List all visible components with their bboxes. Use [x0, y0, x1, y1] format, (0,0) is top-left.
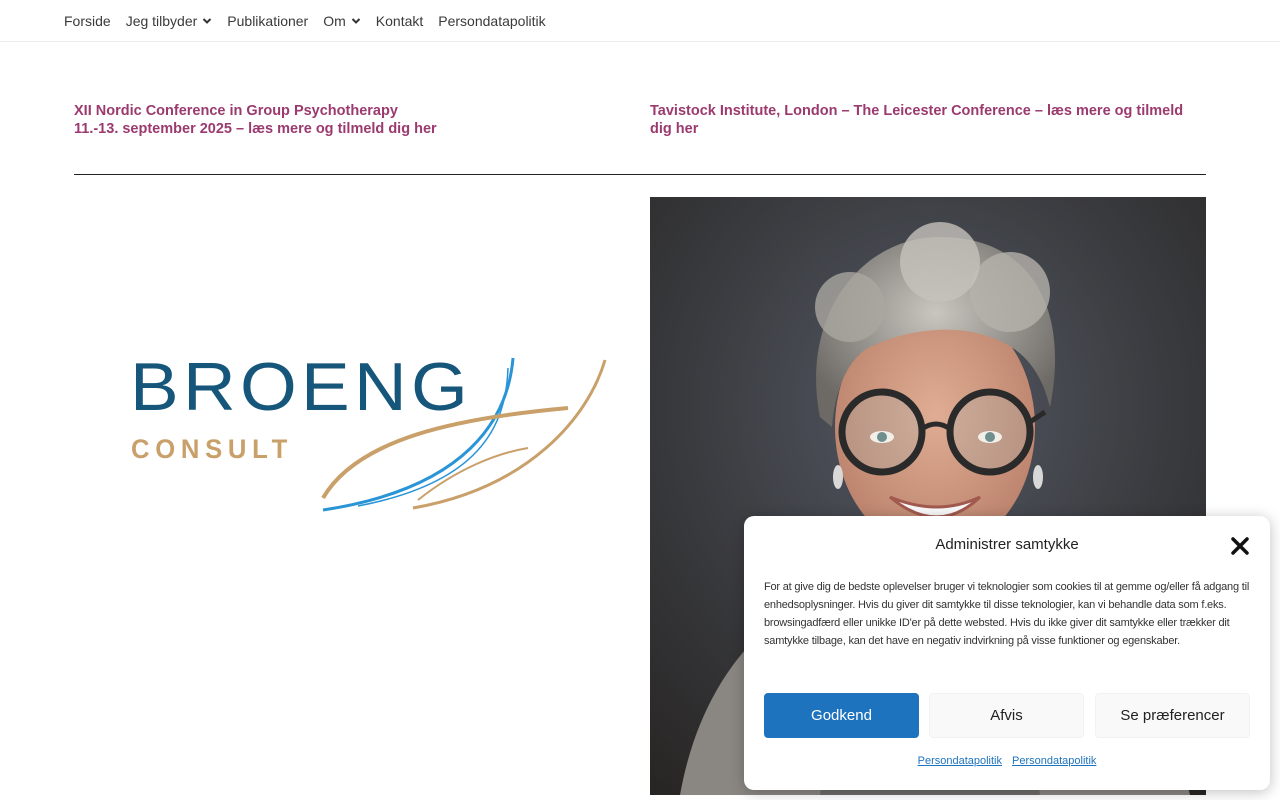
close-icon[interactable] — [1228, 534, 1252, 558]
nav-item-kontakt[interactable]: Kontakt — [376, 13, 423, 29]
consent-links: Persondatapolitik Persondatapolitik — [744, 755, 1270, 767]
leicester-conference-link[interactable]: Tavistock Institute, London – The Leices… — [650, 102, 1206, 138]
cookie-consent-dialog: Administrer samtykke For at give dig de … — [744, 516, 1270, 790]
conference-line-2: 11.-13. september 2025 – læs mere og til… — [74, 121, 437, 137]
chevron-down-icon — [202, 16, 212, 26]
nav-item-label: Om — [323, 12, 346, 29]
logo-wordmark: BROENG — [130, 349, 472, 425]
consent-title: Administrer samtykke — [935, 536, 1079, 553]
section-divider — [74, 174, 1206, 175]
nav-item-publikationer[interactable]: Publikationer — [227, 13, 308, 29]
nav-item-om[interactable]: Om — [323, 13, 361, 29]
nav-item-forside[interactable]: Forside — [64, 13, 111, 29]
preferences-button[interactable]: Se præferencer — [1095, 693, 1250, 738]
nav-item-persondatapolitik[interactable]: Persondatapolitik — [438, 13, 545, 29]
nav-item-label: Persondatapolitik — [438, 12, 546, 29]
deny-button[interactable]: Afvis — [929, 693, 1084, 738]
privacy-policy-link[interactable]: Persondatapolitik — [1012, 755, 1096, 767]
accept-button[interactable]: Godkend — [764, 693, 919, 738]
logo-subtitle: CONSULT — [131, 434, 293, 464]
nordic-conference-link[interactable]: XII Nordic Conference in Group Psychothe… — [74, 102, 614, 138]
chevron-down-icon — [351, 16, 361, 26]
top-navigation: Forside Jeg tilbyder Publikationer Om Ko… — [0, 0, 1280, 42]
nav-menu: Forside Jeg tilbyder Publikationer Om Ko… — [64, 0, 561, 41]
consent-description: For at give dig de bedste oplevelser bru… — [764, 581, 1250, 647]
nav-item-label: Kontakt — [375, 12, 424, 29]
nav-item-label: Publikationer — [227, 12, 309, 29]
broeng-consult-logo: BROENG CONSULT — [128, 348, 613, 518]
nav-item-label: Jeg tilbyder — [125, 12, 198, 29]
privacy-policy-link[interactable]: Persondatapolitik — [918, 755, 1002, 767]
nav-item-jeg-tilbyder[interactable]: Jeg tilbyder — [126, 13, 213, 29]
nav-item-label: Forside — [64, 12, 111, 29]
conference-line-1: XII Nordic Conference in Group Psychothe… — [74, 103, 398, 119]
conference-text: Tavistock Institute, London – The Leices… — [650, 103, 1184, 137]
